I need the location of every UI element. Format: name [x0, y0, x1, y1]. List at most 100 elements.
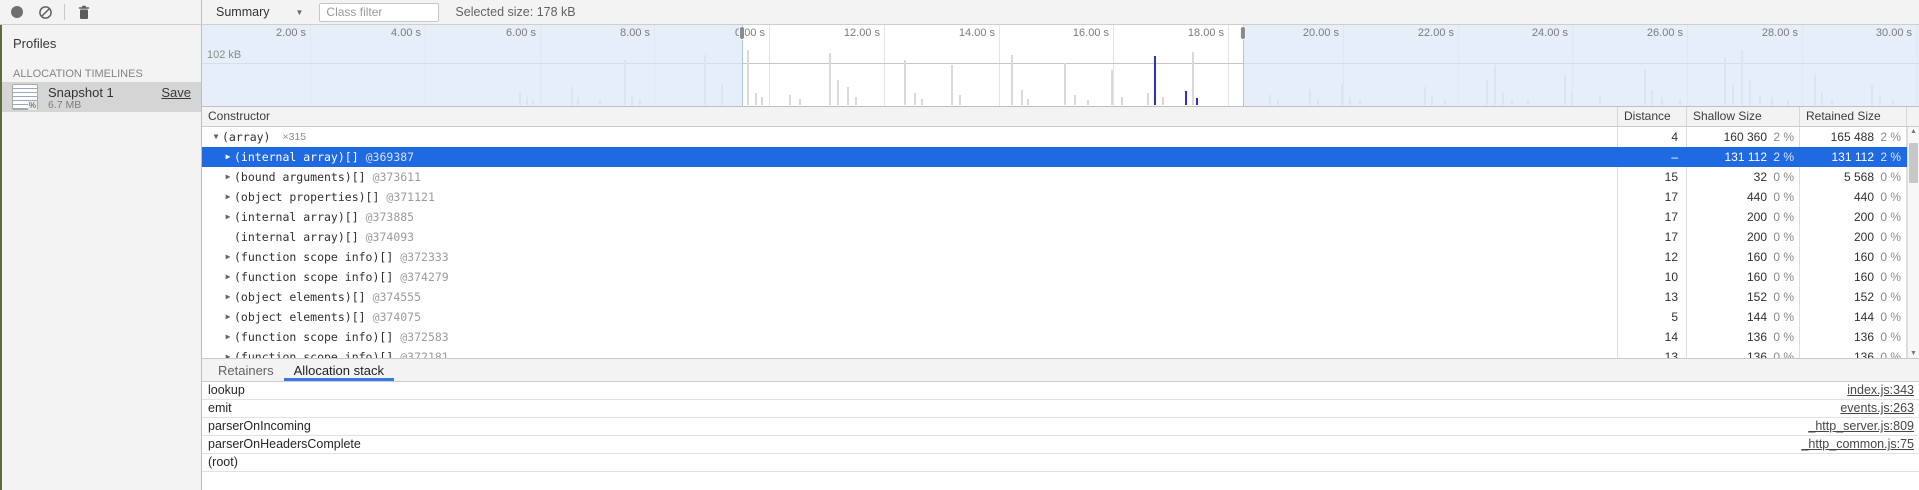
table-row[interactable]: ▶(function scope info)[]@374279101600 %1… [202, 267, 1919, 287]
record-button[interactable] [8, 3, 26, 21]
tab-retainers[interactable]: Retainers [208, 359, 284, 381]
distance-cell: 14 [1618, 327, 1687, 347]
allocation-bar [1162, 97, 1164, 105]
collapse-arrow-icon[interactable]: ▼ [210, 127, 222, 147]
shallow-size-value: 200 [1687, 227, 1767, 247]
sidebar-item-snapshot-1[interactable]: % Snapshot 1 6.7 MB Save [2, 82, 201, 112]
shallow-size-percent: 2 % [1767, 127, 1799, 147]
shallow-size-value: 131 112 [1687, 147, 1767, 167]
instance-count: ×315 [282, 127, 306, 147]
heap-snapshot-icon: % [12, 84, 38, 110]
source-link[interactable]: _http_server.js:809 [1808, 418, 1919, 435]
expand-arrow-icon[interactable]: ▶ [222, 307, 234, 327]
allocation-stack-panel: lookupindex.js:343emitevents.js:263parse… [202, 382, 1919, 490]
selection-handle-left[interactable] [739, 26, 745, 40]
shallow-size-cell: 1360 % [1687, 327, 1800, 347]
shallow-size-cell: 1360 % [1687, 347, 1800, 358]
ruler-label: 20.00 s [1259, 27, 1339, 39]
shallow-size-percent: 0 % [1767, 227, 1799, 247]
table-row[interactable]: ▶(object elements)[]@37407551440 %1440 % [202, 307, 1919, 327]
retained-size-cell: 1600 % [1800, 247, 1907, 267]
overview[interactable]: 102 kB 2.00 s4.00 s6.00 s8.00 s0.00 s12.… [202, 25, 1919, 107]
table-row[interactable]: ▶(function scope info)[]@372583141360 %1… [202, 327, 1919, 347]
retained-size-value: 144 [1800, 307, 1874, 327]
ruler-label: 22.00 s [1374, 27, 1454, 39]
object-id: @372181 [400, 347, 448, 358]
shallow-size-value: 160 [1687, 267, 1767, 287]
expand-arrow-icon[interactable]: ▶ [222, 287, 234, 307]
clear-profiles-button[interactable] [36, 3, 54, 21]
delete-profile-button[interactable] [75, 3, 93, 21]
selection-handle-right[interactable] [1240, 26, 1246, 40]
expand-arrow-icon[interactable]: ▶ [222, 347, 234, 358]
column-header-distance[interactable]: Distance [1618, 107, 1687, 126]
ruler-label: 2.00 s [226, 27, 306, 39]
shallow-size-percent: 0 % [1767, 307, 1799, 327]
shallow-size-value: 152 [1687, 287, 1767, 307]
table-row[interactable]: ▶(function scope info)[]@372333121600 %1… [202, 247, 1919, 267]
expand-arrow-icon[interactable]: ▶ [222, 167, 234, 187]
expand-arrow-icon[interactable]: ▶ [222, 207, 234, 227]
allocation-bar [1074, 95, 1076, 105]
allocation-bar [1027, 99, 1029, 105]
stack-frame-name: (root) [202, 454, 1919, 471]
constructor-cell: ▶(object elements)[]@374075 [202, 307, 1618, 327]
chevron-down-icon: ▼ [295, 8, 303, 17]
retained-size-percent: 2 % [1874, 127, 1906, 147]
stack-frame-row[interactable]: emitevents.js:263 [202, 400, 1919, 418]
expand-arrow-icon[interactable]: ▶ [222, 267, 234, 287]
table-row[interactable]: ▶(internal array)[]@369387–131 1122 %131… [202, 147, 1919, 167]
column-header-constructor[interactable]: Constructor [202, 107, 1618, 126]
grid-body: ▼(array)×3154160 3602 %165 4882 %▶(inter… [202, 127, 1919, 358]
class-filter-input[interactable] [319, 3, 439, 22]
stack-frame-row[interactable]: (root) [202, 454, 1919, 472]
table-row[interactable]: (internal array)[]@374093172000 %2000 % [202, 227, 1919, 247]
scroll-up-icon[interactable]: ▲ [1908, 128, 1919, 135]
expand-arrow-icon[interactable]: ▶ [222, 247, 234, 267]
constructor-name: (bound arguments)[] [234, 167, 366, 187]
source-link[interactable]: events.js:263 [1840, 400, 1919, 417]
retained-size-value: 5 568 [1800, 167, 1874, 187]
source-link[interactable]: _http_common.js:75 [1801, 436, 1919, 453]
allocation-bar [1121, 97, 1123, 105]
distance-cell: 12 [1618, 247, 1687, 267]
expand-arrow-icon[interactable]: ▶ [222, 187, 234, 207]
ruler-label: 12.00 s [800, 27, 880, 39]
distance-cell: 13 [1618, 347, 1687, 358]
retained-size-cell: 131 1122 % [1800, 147, 1907, 167]
scroll-down-icon[interactable]: ▼ [1908, 350, 1919, 357]
stack-frame-row[interactable]: parserOnHeadersComplete_http_common.js:7… [202, 436, 1919, 454]
table-row[interactable]: ▶(function scope info)[]@372181131360 %1… [202, 347, 1919, 358]
column-header-shallow-size[interactable]: Shallow Size [1687, 107, 1800, 126]
scrollbar-thumb[interactable] [1909, 143, 1918, 183]
constructor-name: (array) [222, 127, 270, 147]
table-row[interactable]: ▶(object properties)[]@371121174400 %440… [202, 187, 1919, 207]
table-row[interactable]: ▼(array)×3154160 3602 %165 4882 % [202, 127, 1919, 147]
table-row[interactable]: ▶(internal array)[]@373885172000 %2000 % [202, 207, 1919, 227]
expand-arrow-icon[interactable]: ▶ [222, 327, 234, 347]
constructor-name: (internal array)[] [234, 227, 359, 247]
constructor-cell: ▶(internal array)[]@369387 [202, 147, 1618, 167]
ruler-label: 6.00 s [456, 27, 536, 39]
shallow-size-value: 200 [1687, 207, 1767, 227]
table-row[interactable]: ▶(bound arguments)[]@37361115320 %5 5680… [202, 167, 1919, 187]
allocation-timelines-heading: ALLOCATION TIMELINES [13, 68, 143, 80]
table-row[interactable]: ▶(object elements)[]@374555131520 %1520 … [202, 287, 1919, 307]
source-link[interactable]: index.js:343 [1847, 382, 1919, 399]
toolbar-separator [64, 4, 65, 20]
perspective-select[interactable]: Summary ▼ [212, 5, 307, 19]
column-header-retained-size[interactable]: Retained Size [1800, 107, 1907, 126]
grid-header: Constructor Distance Shallow Size Retain… [202, 107, 1919, 127]
expand-arrow-icon[interactable]: ▶ [222, 147, 234, 167]
save-link[interactable]: Save [161, 85, 191, 100]
object-id: @373885 [366, 207, 414, 227]
toolbar: Summary ▼ Selected size: 178 kB [0, 0, 1919, 25]
tab-allocation-stack[interactable]: Allocation stack [284, 359, 394, 381]
distance-cell: 17 [1618, 227, 1687, 247]
retained-size-cell: 1520 % [1800, 287, 1907, 307]
shallow-size-percent: 2 % [1767, 147, 1799, 167]
stack-frame-row[interactable]: lookupindex.js:343 [202, 382, 1919, 400]
stack-frame-row[interactable]: parserOnIncoming_http_server.js:809 [202, 418, 1919, 436]
allocation-bar [1011, 55, 1013, 105]
grid-scrollbar[interactable]: ▲ ▼ [1907, 127, 1919, 358]
